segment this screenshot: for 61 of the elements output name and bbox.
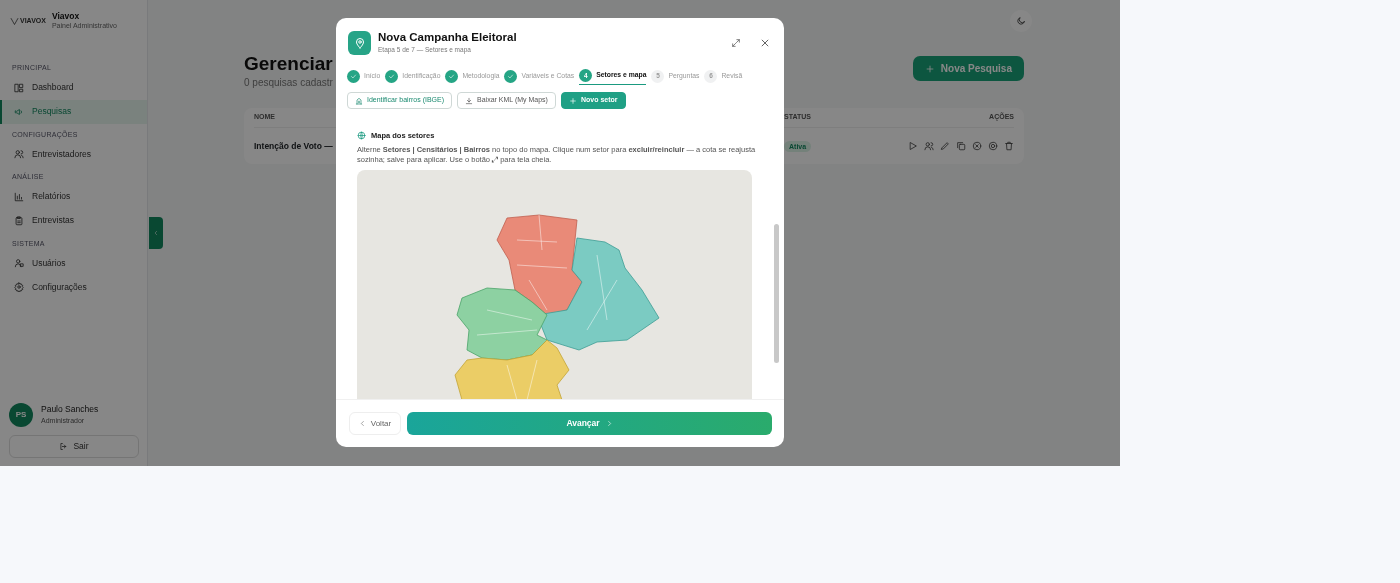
check-circle-icon — [347, 69, 360, 83]
action-button[interactable] — [972, 140, 982, 151]
moon-icon — [1016, 16, 1026, 26]
trash-icon — [1004, 140, 1014, 151]
logout-button[interactable]: Sair — [9, 435, 139, 458]
page-subtitle: 0 pesquisas cadastr — [244, 75, 333, 90]
brand-name: Viavox — [51, 12, 81, 21]
copy-icon — [956, 140, 966, 151]
action-button[interactable] — [924, 140, 934, 151]
expand-button[interactable] — [729, 36, 743, 50]
plus-icon — [568, 96, 577, 105]
chevron-left-icon — [153, 230, 159, 236]
sidebar-item[interactable]: Pesquisas — [0, 99, 147, 124]
v-logo-icon — [10, 17, 19, 26]
action-button[interactable] — [988, 140, 998, 151]
scrollbar-thumb[interactable] — [774, 224, 779, 363]
globe-icon — [357, 131, 366, 141]
sidebar-collapse-handle[interactable] — [149, 217, 163, 249]
check-circle-icon — [445, 69, 459, 83]
check-circle-icon — [385, 69, 399, 83]
action-button[interactable] — [956, 140, 966, 151]
table-cell: Intenção de Voto — — [254, 140, 333, 151]
close-icon — [760, 38, 770, 48]
action-button[interactable] — [908, 140, 918, 151]
users-icon — [924, 140, 934, 151]
download-icon — [465, 96, 474, 105]
sidebar-item[interactable]: Usuários — [0, 251, 147, 275]
settings-icon — [14, 282, 24, 292]
target-icon — [988, 140, 998, 151]
pencil-icon — [940, 140, 950, 151]
clipboard-icon — [14, 215, 24, 226]
action-button[interactable] — [1004, 140, 1014, 151]
next-button[interactable]: Avançar — [407, 412, 772, 435]
logout-icon — [59, 442, 69, 451]
theme-toggle-button[interactable] — [1010, 10, 1032, 32]
bar-chart-icon — [14, 191, 24, 202]
map-pin-icon — [353, 37, 366, 49]
sidebar-item[interactable]: Relatórios — [0, 184, 147, 209]
chevron-left-icon — [358, 420, 366, 427]
sidebar-item[interactable]: Configurações — [0, 275, 147, 299]
modal-title: Nova Campanha Eleitoral — [378, 31, 518, 45]
sidebar-item[interactable]: Dashboard — [0, 75, 147, 100]
x-circle-icon — [972, 140, 982, 151]
dashboard-icon — [14, 82, 24, 93]
users-icon — [14, 149, 24, 159]
expand-icon — [731, 38, 741, 48]
sidebar-item[interactable]: Entrevistas — [0, 208, 147, 233]
new-survey-button[interactable]: Nova Pesquisa — [912, 56, 1024, 81]
user-name: Paulo Sanches — [41, 403, 99, 417]
play-icon — [908, 140, 918, 151]
check-circle-icon — [504, 69, 518, 83]
user-icon — [14, 258, 24, 268]
chevron-right-icon — [605, 420, 613, 427]
plus-icon — [924, 63, 935, 74]
megaphone-icon — [14, 106, 24, 117]
page-title: Gerenciar — [244, 54, 333, 75]
building-icon — [355, 96, 363, 105]
sidebar-item[interactable]: Entrevistadores — [0, 142, 147, 166]
action-button[interactable] — [940, 140, 950, 151]
avatar: PS — [9, 403, 33, 427]
back-button[interactable]: Voltar — [349, 412, 401, 435]
